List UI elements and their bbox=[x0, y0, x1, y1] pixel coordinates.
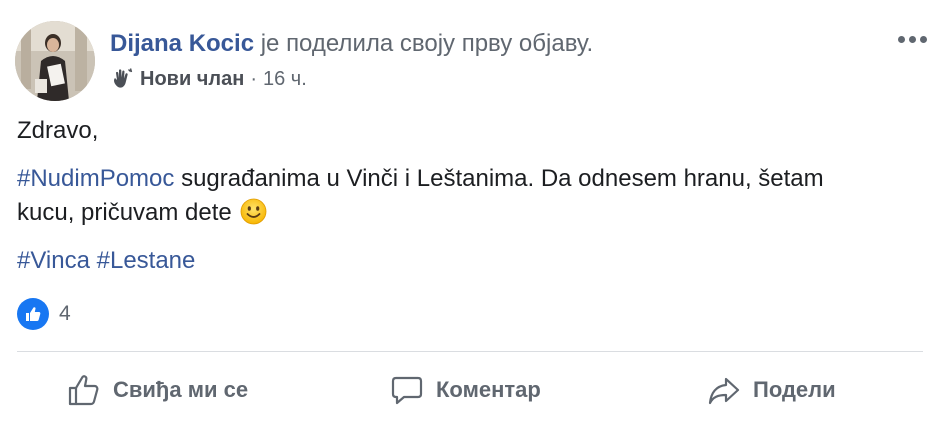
smiley-emoji-icon bbox=[240, 198, 267, 225]
hashtag-link[interactable]: #Vinca bbox=[17, 247, 90, 274]
share-button-label: Подели bbox=[753, 377, 836, 402]
avatar[interactable] bbox=[15, 21, 95, 101]
post-meta: Нови члан · 16 ч. bbox=[110, 67, 307, 91]
like-reaction-icon[interactable] bbox=[17, 298, 49, 330]
post-header: Dijana Kocic је поделила своју прву обја… bbox=[110, 30, 593, 58]
author-action-text: је поделила своју прву објаву. bbox=[254, 30, 594, 57]
body-text-part: sugrađanima u Vinči i Leštanima. Da odne… bbox=[174, 165, 824, 192]
reaction-count[interactable]: 4 bbox=[59, 302, 71, 326]
like-button[interactable]: Свиђа ми се bbox=[67, 362, 248, 418]
body-text-part: kucu, pričuvam dete bbox=[17, 199, 232, 226]
author-name[interactable]: Dijana Kocic bbox=[110, 30, 254, 57]
more-horizontal-icon bbox=[897, 35, 905, 43]
divider bbox=[17, 351, 923, 352]
like-button-label: Свиђа ми се bbox=[113, 377, 249, 402]
post-hashtags: #Vinca #Lestane bbox=[17, 244, 922, 278]
hashtag-link[interactable]: #Lestane bbox=[97, 247, 196, 274]
post-card: Dijana Kocic је поделила своју прву обја… bbox=[0, 0, 940, 427]
thumbs-up-icon bbox=[68, 375, 99, 406]
comment-button[interactable]: Коментар bbox=[390, 362, 541, 418]
post-greeting: Zdravo, bbox=[17, 117, 99, 144]
meta-separator: · bbox=[250, 68, 257, 90]
post-actions: Свиђа ми се Коментар Подели bbox=[17, 362, 923, 418]
wave-hand-icon bbox=[110, 67, 134, 91]
reactions-summary: 4 bbox=[17, 298, 71, 330]
share-button[interactable]: Подели bbox=[707, 362, 836, 418]
avatar-photo bbox=[15, 21, 95, 101]
hashtag-link[interactable]: #NudimPomoc bbox=[17, 165, 174, 192]
comment-button-label: Коментар bbox=[436, 377, 541, 402]
comment-bubble-icon bbox=[391, 376, 423, 405]
new-member-badge: Нови члан bbox=[140, 68, 245, 90]
more-options-button[interactable] bbox=[892, 26, 932, 52]
share-arrow-icon bbox=[708, 377, 740, 405]
post-timestamp[interactable]: 16 ч. bbox=[263, 67, 307, 91]
post-body: #NudimPomoc sugrađanima u Vinči i Leštan… bbox=[17, 162, 922, 230]
